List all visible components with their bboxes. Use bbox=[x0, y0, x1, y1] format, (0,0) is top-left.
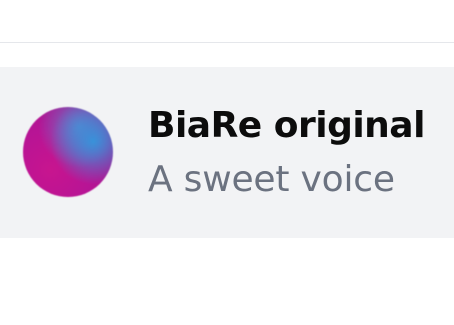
top-divider bbox=[0, 42, 454, 43]
voice-selection-page: BiaRe original A sweet voice bbox=[0, 0, 454, 325]
voice-avatar bbox=[23, 107, 113, 197]
voice-description: A sweet voice bbox=[148, 159, 395, 200]
voice-card[interactable]: BiaRe original A sweet voice bbox=[0, 67, 454, 238]
voice-name: BiaRe original bbox=[148, 105, 425, 146]
